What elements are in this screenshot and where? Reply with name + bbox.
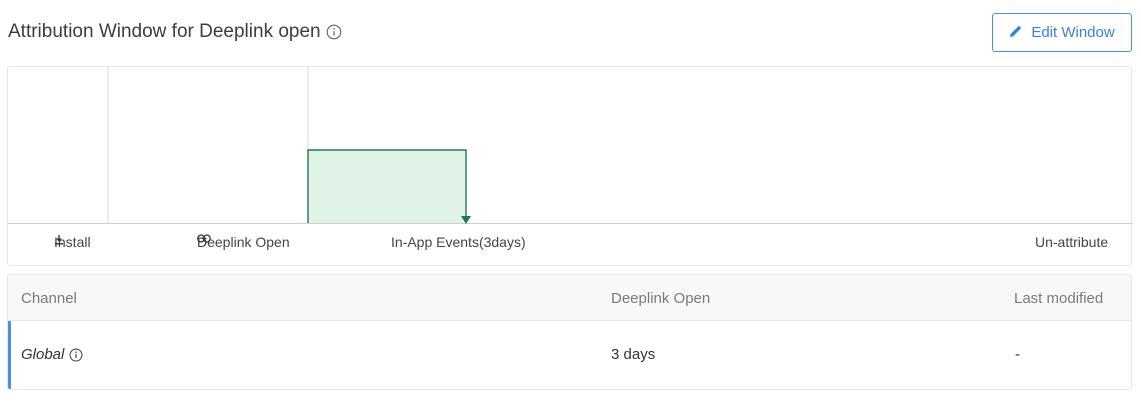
table-header: Channel Deeplink Open Last modified (8, 275, 1131, 321)
edit-window-button[interactable]: Edit Window (992, 13, 1132, 52)
edit-window-label: Edit Window (1031, 24, 1115, 41)
header: Attribution Window for Deeplink open Edi… (0, 0, 1141, 64)
in-app-events-label: In-App Events(3days) (391, 234, 526, 250)
unattribute-label: Un-attribute (1035, 234, 1109, 250)
attribution-timeline: Install Deeplink Open In-App Events(3day… (7, 66, 1133, 266)
timeline-label-deeplink-open: Deeplink Open (197, 234, 296, 250)
channel-cell: Global (21, 346, 83, 363)
deeplink-open-cell: 3 days (611, 346, 656, 363)
timeline-label-in-app-events: In-App Events(3days) (391, 234, 526, 250)
column-header-deeplink-open: Deeplink Open (611, 290, 711, 307)
column-header-last-modified: Last modified (1014, 290, 1104, 307)
info-circle-icon[interactable] (69, 348, 83, 362)
timeline-graphic (8, 67, 1133, 224)
info-circle-icon[interactable] (326, 24, 342, 40)
attribution-table: Channel Deeplink Open Last modified Glob… (7, 274, 1132, 390)
pencil-icon (1009, 24, 1023, 42)
page-title-text: Attribution Window for Deeplink open (8, 21, 321, 42)
last-modified-cell: - (1015, 346, 1020, 363)
attribution-window-area (308, 150, 466, 223)
timeline-label-unattribute: Un-attribute (1035, 234, 1108, 250)
timeline-label-install: Install (54, 234, 97, 250)
column-header-channel: Channel (21, 290, 77, 307)
channel-name: Global (21, 346, 65, 363)
table-row[interactable]: Global 3 days - (8, 321, 1131, 389)
page-title: Attribution Window for Deeplink open (8, 21, 342, 43)
